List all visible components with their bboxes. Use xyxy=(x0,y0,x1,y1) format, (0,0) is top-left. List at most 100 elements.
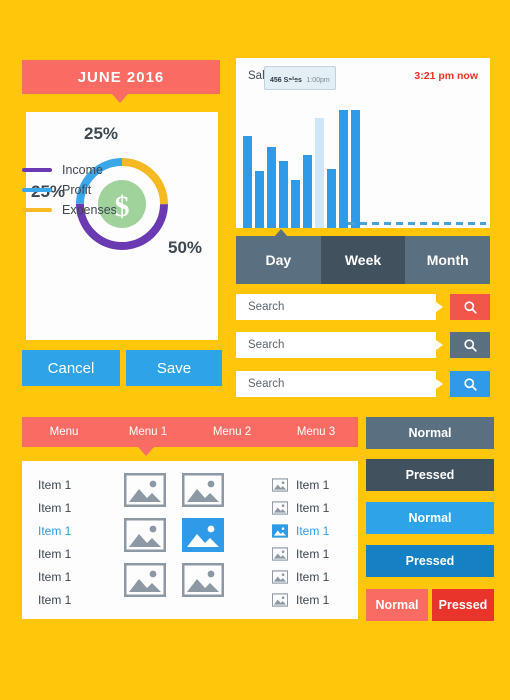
sales-tooltip-value: 456 Sales xyxy=(270,77,302,84)
list-column-right: Item 1 Item 1 Item 1 Item 1 Item 1 Item 1 xyxy=(271,473,358,611)
list-item[interactable]: Item 1 xyxy=(271,565,358,588)
image-placeholder-icon xyxy=(271,569,289,584)
tab-week-label: Week xyxy=(344,252,382,268)
legend-label-income: Income xyxy=(62,163,103,177)
sales-tooltip-time: 1:00pm xyxy=(306,77,330,84)
sales-tooltip: 456 Sales 1:00pm xyxy=(264,66,336,90)
list-item[interactable]: Item 1 xyxy=(38,565,108,588)
button-label: Normal xyxy=(375,598,419,612)
search-input[interactable]: Search xyxy=(236,294,436,320)
sales-bar xyxy=(279,160,288,228)
list-item[interactable]: Item 1 xyxy=(271,473,358,496)
list-item[interactable]: Item 1 xyxy=(38,519,108,542)
menu-item-menu-2[interactable]: Menu 2 xyxy=(190,417,274,447)
donut-label-top: 25% xyxy=(84,124,119,143)
search-icon xyxy=(463,338,477,352)
search-input[interactable]: Search xyxy=(236,371,436,397)
button-red-normal[interactable]: Normal xyxy=(366,589,428,621)
menu-item-menu-1[interactable]: Menu 1 xyxy=(106,417,190,447)
sales-bar xyxy=(291,179,300,228)
search-input-placeholder: Search xyxy=(248,301,285,313)
button-slate-normal[interactable]: Normal xyxy=(366,417,494,449)
legend-item-profit: Profit xyxy=(22,180,172,200)
sales-bar xyxy=(243,135,252,228)
thumbnail-column-b xyxy=(181,472,225,598)
image-placeholder-icon[interactable] xyxy=(123,562,167,598)
tab-month[interactable]: Month xyxy=(405,236,491,284)
list-item[interactable]: Item 1 xyxy=(271,496,358,519)
sales-bar xyxy=(339,110,348,228)
menu-item-menu[interactable]: Menu xyxy=(22,417,106,447)
image-placeholder-icon[interactable] xyxy=(123,472,167,508)
list-item[interactable]: Item 1 xyxy=(38,542,108,565)
month-title: JUNE 2016 xyxy=(77,68,165,86)
sales-tooltip-pointer xyxy=(288,80,296,85)
month-header-banner: JUNE 2016 xyxy=(22,60,220,94)
save-button[interactable]: Save xyxy=(126,350,222,386)
list-item[interactable]: Item 1 xyxy=(38,473,108,496)
tab-month-label: Month xyxy=(426,252,469,268)
button-blue-normal[interactable]: Normal xyxy=(366,502,494,534)
menu-item-menu-3[interactable]: Menu 3 xyxy=(274,417,358,447)
list-item-label: Item 1 xyxy=(296,523,330,538)
image-placeholder-icon[interactable] xyxy=(123,517,167,553)
menu-bar-pointer xyxy=(138,447,154,456)
list-item[interactable]: Item 1 xyxy=(271,588,358,611)
legend-swatch-expenses xyxy=(22,208,52,212)
sales-bar xyxy=(255,171,264,228)
tab-day[interactable]: Day xyxy=(236,236,321,284)
legend-swatch-profit xyxy=(22,188,52,192)
sales-baseline-dashed xyxy=(348,222,486,225)
cancel-button-label: Cancel xyxy=(47,359,95,377)
image-placeholder-icon xyxy=(271,523,289,538)
image-placeholder-icon xyxy=(271,477,289,492)
menu-item-label: Menu 2 xyxy=(212,426,252,438)
image-placeholder-icon[interactable] xyxy=(181,562,225,598)
search-field-pointer xyxy=(436,302,443,312)
list-item-label: Item 1 xyxy=(296,500,330,515)
donut-label-right: 50% xyxy=(168,238,203,257)
segmented-tabs[interactable]: Day Week Month xyxy=(236,236,491,284)
list-item[interactable]: Item 1 xyxy=(271,519,358,542)
search-button[interactable] xyxy=(450,371,490,397)
tab-week[interactable]: Week xyxy=(320,236,406,284)
image-placeholder-icon xyxy=(271,500,289,515)
month-header-pointer xyxy=(112,94,128,103)
sales-chart-card: Sales 3:21 pm now 456 Sales 1:00pm xyxy=(236,58,490,228)
thumbnail-column-a xyxy=(123,472,167,598)
button-label: Pressed xyxy=(438,598,488,612)
button-slate-pressed[interactable]: Pressed xyxy=(366,459,494,491)
button-blue-pressed[interactable]: Pressed xyxy=(366,545,494,577)
sales-bar xyxy=(351,110,360,228)
search-field-pointer xyxy=(436,340,443,350)
menu-bar[interactable]: Menu Menu 1 Menu 2 Menu 3 xyxy=(22,417,358,447)
image-placeholder-icon[interactable] xyxy=(181,517,225,553)
search-icon xyxy=(463,300,477,314)
button-red-pressed[interactable]: Pressed xyxy=(432,589,494,621)
search-button[interactable] xyxy=(450,294,490,320)
list-item[interactable]: Item 1 xyxy=(271,542,358,565)
sales-bar-series xyxy=(243,108,360,228)
cancel-button[interactable]: Cancel xyxy=(22,350,120,386)
search-input-placeholder: Search xyxy=(248,378,285,390)
search-input[interactable]: Search xyxy=(236,332,436,358)
sales-bar xyxy=(327,169,336,228)
list-item[interactable]: Item 1 xyxy=(38,496,108,519)
image-placeholder-icon xyxy=(271,592,289,607)
image-placeholder-icon[interactable] xyxy=(181,472,225,508)
legend-item-income: Income xyxy=(22,160,172,180)
donut-chart-card: $ xyxy=(26,112,218,340)
sales-bar xyxy=(267,146,276,228)
search-icon xyxy=(463,377,477,391)
legend-label-expenses: Expenses xyxy=(62,203,117,217)
donut-legend: Income Profit Expenses xyxy=(22,160,172,220)
sales-bar xyxy=(315,118,324,228)
list-item-label: Item 1 xyxy=(296,546,330,561)
button-label: Pressed xyxy=(405,554,455,568)
menu-item-label: Menu xyxy=(49,426,79,438)
image-placeholder-icon xyxy=(271,546,289,561)
search-button[interactable] xyxy=(450,332,490,358)
menu-item-label: Menu 3 xyxy=(296,426,336,438)
list-item[interactable]: Item 1 xyxy=(38,588,108,611)
save-button-label: Save xyxy=(156,359,192,377)
